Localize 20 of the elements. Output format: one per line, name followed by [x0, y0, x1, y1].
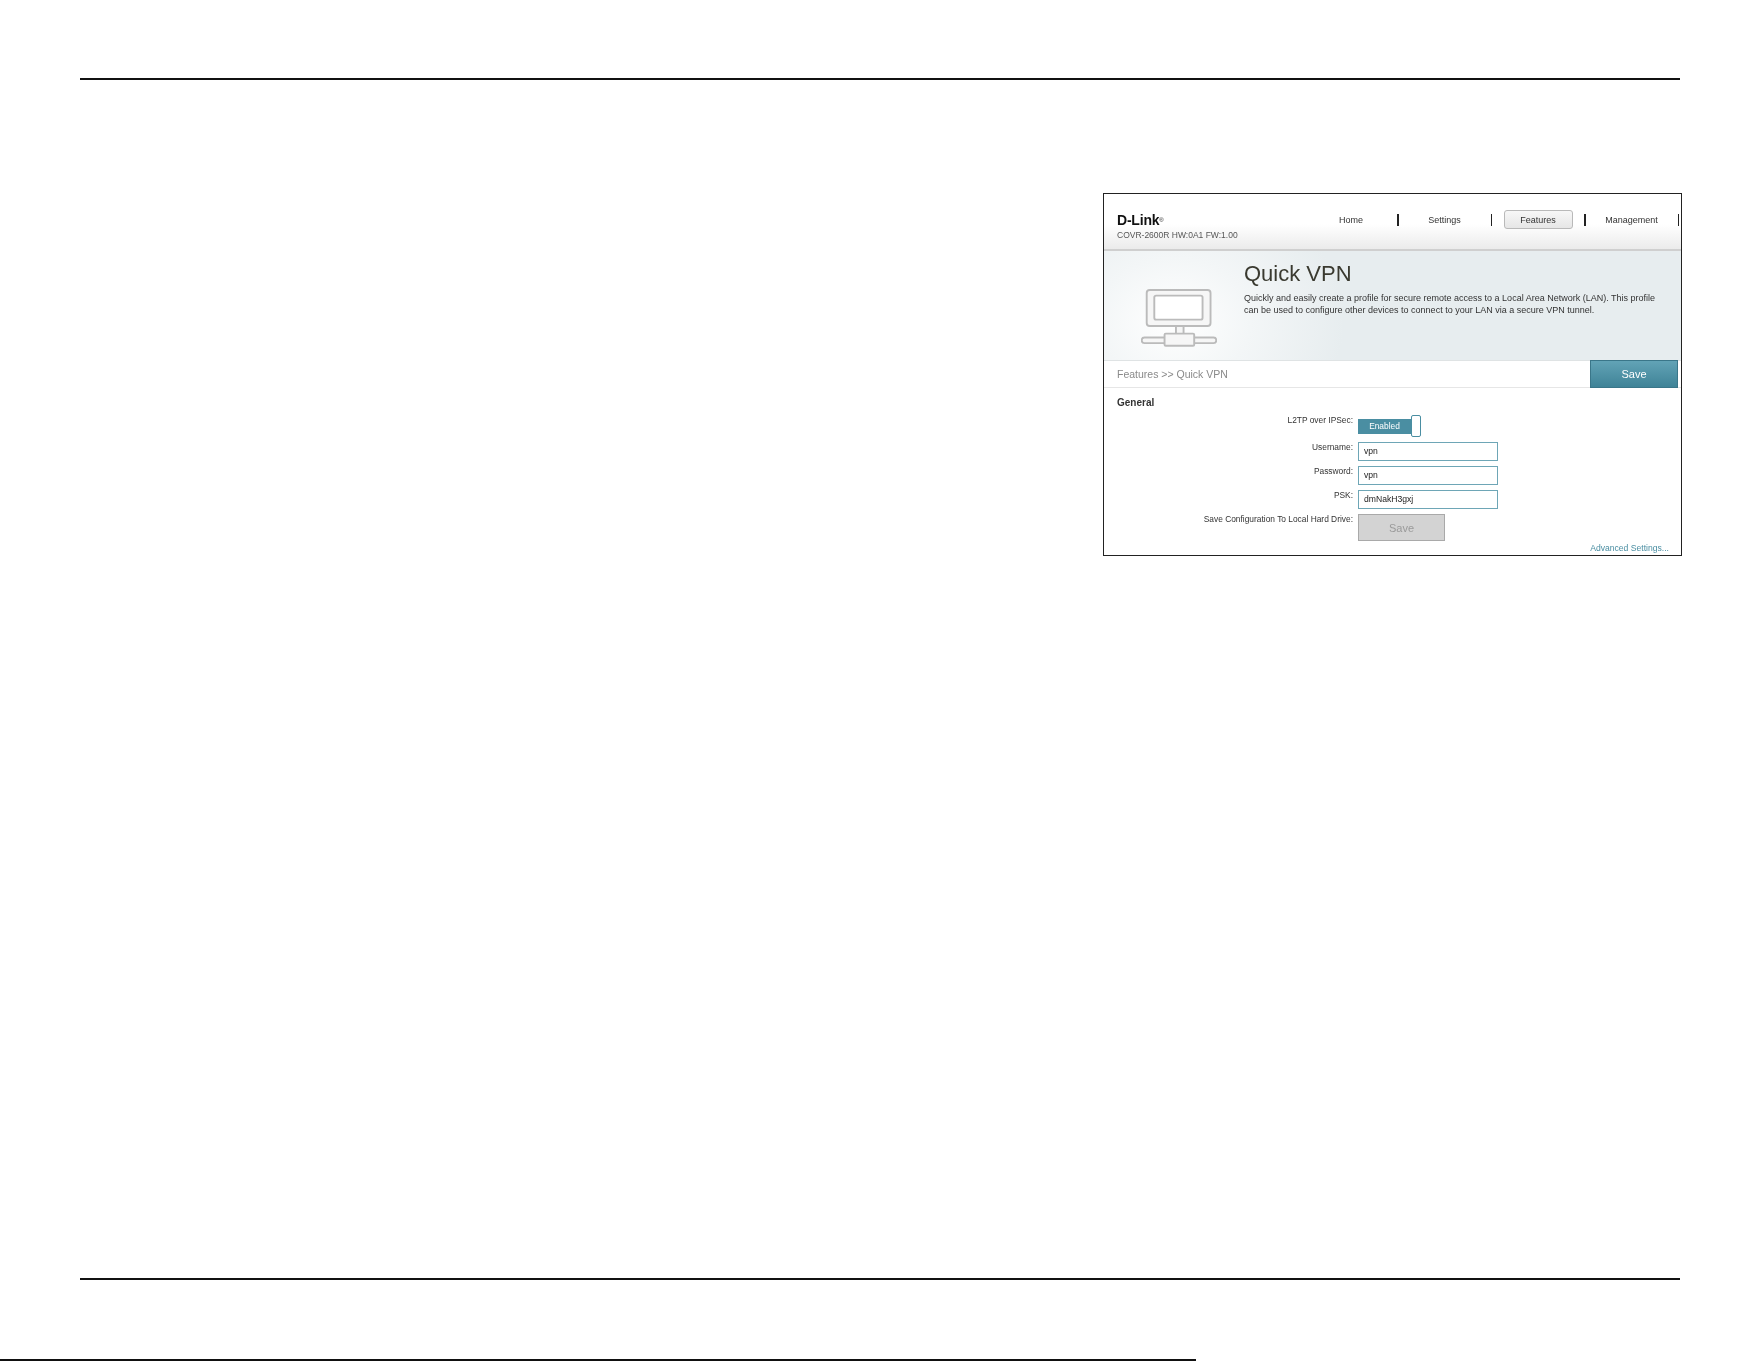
- input-field[interactable]: vpn: [1358, 442, 1498, 461]
- page-description: Quickly and easily create a profile for secure remote access to a Local Area Network (LAN). This profile can be used to configure other devices to connect to your LAN via a secure VPN tunnel.: [1244, 292, 1656, 316]
- model-info: COVR-2600R HW:0A1 FW:1.00: [1117, 230, 1238, 240]
- section-heading: General: [1116, 397, 1156, 409]
- input-field[interactable]: vpn: [1358, 466, 1498, 485]
- field-label: Username:: [1312, 442, 1353, 454]
- field-label: PSK:: [1333, 490, 1353, 502]
- page-title: Quick VPN: [1244, 261, 1353, 287]
- field-label: Password:: [1313, 466, 1353, 478]
- advanced-settings-link[interactable]: Advanced Settings...: [1590, 543, 1669, 553]
- field-label: L2TP over IPSec:: [1287, 415, 1353, 427]
- brand-logo: D-Link$^{®}$: [1117, 213, 1164, 228]
- field-label: Save Configuration To Local Hard Drive:: [1203, 514, 1353, 526]
- monitor-network-icon: [1141, 288, 1217, 347]
- nav-tab[interactable]: Home: [1334, 210, 1368, 229]
- nav-tab[interactable]: Features: [1503, 210, 1573, 229]
- input-field[interactable]: dmNakH3gxj: [1358, 490, 1498, 509]
- nav-tab[interactable]: Management: [1600, 210, 1663, 229]
- breadcrumb: Features >> Quick VPN: [1117, 368, 1228, 380]
- nav-tab[interactable]: Settings: [1423, 210, 1466, 229]
